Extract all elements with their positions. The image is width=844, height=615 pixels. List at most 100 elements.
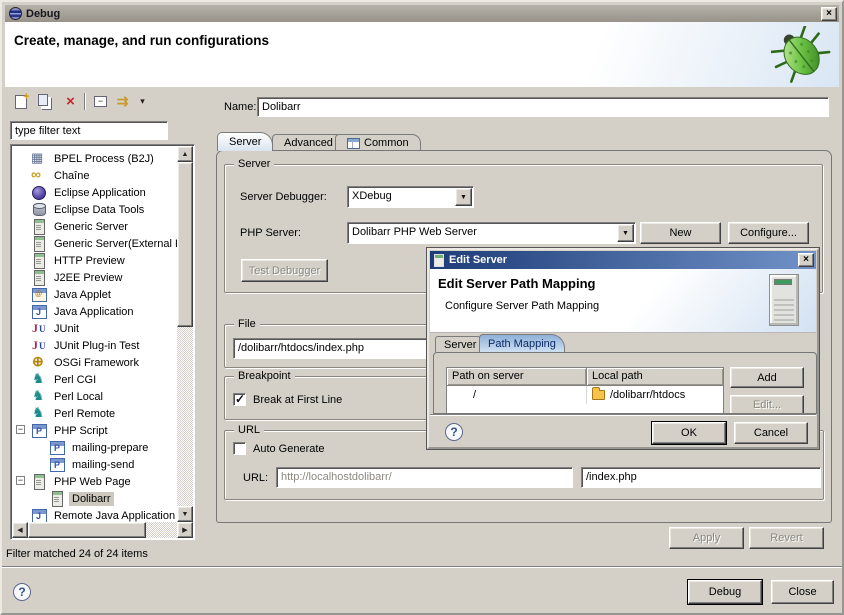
chevron-down-icon: ▼	[460, 194, 467, 201]
tree-item[interactable]: Remote Java Application	[12, 507, 177, 522]
collapse-all-button[interactable]: −	[90, 92, 111, 111]
tree-item-label: mailing-send	[69, 458, 137, 472]
tab-advanced[interactable]: Advanced	[272, 134, 345, 151]
new-server-button[interactable]: New	[640, 222, 721, 244]
tree-item[interactable]: Perl CGI	[12, 371, 177, 388]
close-button[interactable]: Close	[771, 580, 834, 604]
scroll-left-button[interactable]: ◀	[12, 522, 28, 538]
path-mapping-rows: //dolibarr/htdocs	[447, 386, 723, 404]
apply-button[interactable]: Apply	[669, 527, 744, 549]
php-file-icon	[48, 457, 65, 472]
break-first-line-label: Break at First Line	[253, 394, 342, 406]
window-close-button[interactable]: ×	[821, 7, 837, 21]
dialog-tab-server[interactable]: Server	[435, 336, 485, 352]
column-header[interactable]: Path on server	[447, 368, 587, 386]
php-server-select[interactable]: Dolibarr PHP Web Server ▼	[347, 222, 636, 244]
dialog-button-bar: ? OK Cancel	[430, 414, 816, 448]
name-input[interactable]: Dolibarr	[257, 97, 829, 117]
java-app-icon	[30, 304, 47, 319]
tree-item[interactable]: Perl Local	[12, 388, 177, 405]
auto-generate-label: Auto Generate	[253, 443, 325, 455]
tree-item[interactable]: mailing-send	[12, 456, 177, 473]
dialog-close-button[interactable]: ×	[798, 253, 814, 267]
server-tower-icon	[769, 274, 799, 326]
column-header[interactable]: Local path	[587, 368, 723, 386]
table-row[interactable]: //dolibarr/htdocs	[447, 386, 723, 404]
tree-item[interactable]: mailing-prepare	[12, 439, 177, 456]
tree-item[interactable]: Java Applet	[12, 286, 177, 303]
tree-item[interactable]: J2EE Preview	[12, 269, 177, 286]
dialog-help-button[interactable]: ?	[445, 423, 463, 441]
menu-caret-icon: ▾	[140, 96, 145, 107]
tree-item-label: PHP Script	[51, 424, 111, 438]
v-scrollbar[interactable]: ▲ ▼	[177, 146, 193, 522]
server-debugger-label: Server Debugger:	[240, 191, 327, 203]
dropdown-button[interactable]: ▼	[455, 188, 472, 206]
debug-button[interactable]: Debug	[688, 580, 762, 604]
filter-options-button[interactable]: ⇉	[112, 92, 133, 111]
auto-generate-checkbox[interactable]	[233, 442, 246, 455]
file-group-legend: File	[234, 318, 260, 330]
duplicate-config-button[interactable]	[35, 92, 56, 111]
scroll-right-button[interactable]: ▶	[177, 522, 193, 538]
tree-item-label: JUnit Plug-in Test	[51, 339, 142, 353]
tree-item-label: Remote Java Application	[51, 509, 177, 523]
tree-item-label: Eclipse Data Tools	[51, 203, 147, 217]
tree-item[interactable]: Java Application	[12, 303, 177, 320]
tree-item[interactable]: Eclipse Application	[12, 184, 177, 201]
tree-item-label: Generic Server	[51, 220, 131, 234]
tree-item[interactable]: Dolibarr	[12, 490, 177, 507]
tree-item[interactable]: −PHP Web Page	[12, 473, 177, 490]
test-debugger-button[interactable]: Test Debugger	[241, 259, 328, 282]
dropdown-button[interactable]: ▼	[617, 224, 634, 242]
tree-item-label: Perl Local	[51, 390, 106, 404]
configure-server-button[interactable]: Configure...	[728, 222, 809, 244]
server-icon	[30, 219, 47, 234]
tree-item-label: mailing-prepare	[69, 441, 151, 455]
scroll-down-button[interactable]: ▼	[177, 506, 193, 522]
collapse-expander[interactable]: −	[16, 476, 25, 485]
tree-item[interactable]: Eclipse Data Tools	[12, 201, 177, 218]
new-config-button[interactable]: +	[10, 92, 31, 111]
add-mapping-button[interactable]: Add	[730, 367, 804, 388]
tree-item[interactable]: JUnit Plug-in Test	[12, 337, 177, 354]
break-first-line-checkbox[interactable]	[233, 393, 246, 406]
h-scrollbar[interactable]: ◀ ▶	[12, 522, 193, 538]
tree-item[interactable]: Generic Server(External La	[12, 235, 177, 252]
ok-button[interactable]: OK	[652, 422, 726, 444]
help-button[interactable]: ?	[13, 583, 31, 601]
tree-item[interactable]: Chaîne	[12, 167, 177, 184]
filter-input[interactable]: type filter text	[10, 121, 168, 140]
scroll-up-button[interactable]: ▲	[177, 146, 193, 162]
tree-item[interactable]: HTTP Preview	[12, 252, 177, 269]
tree-item[interactable]: Perl Remote	[12, 405, 177, 422]
tree-item[interactable]: Generic Server	[12, 218, 177, 235]
edit-mapping-button[interactable]: Edit...	[730, 395, 804, 414]
delete-config-button[interactable]: ×	[60, 92, 81, 111]
tree-item[interactable]: − PHP Script	[12, 422, 177, 439]
osgi-icon	[30, 355, 47, 370]
server-debugger-select[interactable]: XDebug ▼	[347, 186, 474, 208]
tab-server[interactable]: Server	[217, 132, 273, 151]
v-scroll-thumb[interactable]	[177, 162, 193, 327]
table-icon	[347, 138, 360, 149]
url-path-input[interactable]: /index.php	[581, 467, 821, 488]
tab-common[interactable]: Common	[335, 134, 421, 151]
breakpoint-group-legend: Breakpoint	[234, 370, 295, 382]
tab-label: Common	[364, 137, 409, 149]
server-group-legend: Server	[234, 158, 274, 170]
dialog-tab-path-mapping[interactable]: Path Mapping	[479, 334, 565, 352]
toolbar-menu-button[interactable]: ▾	[132, 92, 153, 111]
java-remote-icon	[30, 508, 47, 522]
cancel-button[interactable]: Cancel	[734, 422, 808, 444]
tab-label: Server	[229, 136, 261, 148]
delete-icon: ×	[66, 93, 75, 110]
php-web-icon	[30, 474, 47, 489]
tree-item[interactable]: OSGi Framework	[12, 354, 177, 371]
tree-item[interactable]: BPEL Process (B2J)	[12, 150, 177, 167]
tree-item-label: Java Applet	[51, 288, 114, 302]
collapse-expander[interactable]: −	[16, 425, 25, 434]
h-scroll-thumb[interactable]	[28, 522, 146, 538]
revert-button[interactable]: Revert	[749, 527, 824, 549]
tree-item[interactable]: JUnit	[12, 320, 177, 337]
